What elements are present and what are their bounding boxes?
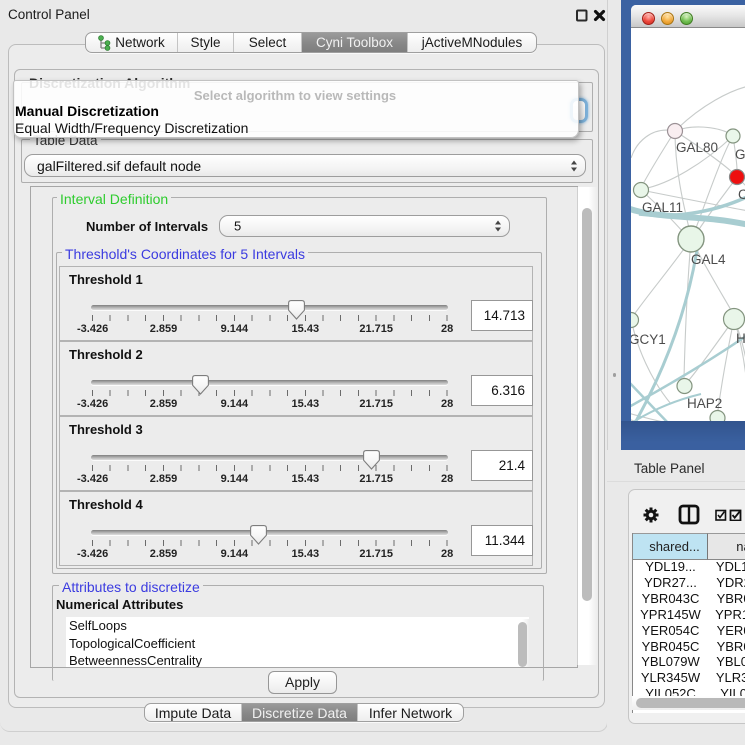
svg-text:GAL4: GAL4	[691, 252, 726, 267]
svg-text:GCY1: GCY1	[631, 332, 666, 347]
svg-text:C: C	[738, 187, 745, 202]
svg-text:H: H	[736, 331, 745, 346]
svg-text:HAP2: HAP2	[687, 396, 722, 411]
svg-text:GA: GA	[735, 147, 745, 162]
svg-text:GAL80: GAL80	[676, 140, 718, 155]
svg-text:GAL11: GAL11	[642, 200, 683, 215]
